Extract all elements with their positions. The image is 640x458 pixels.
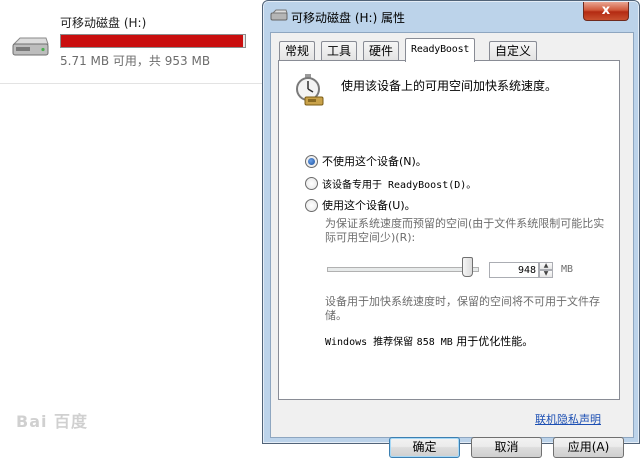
- tab-general[interactable]: 常规: [279, 41, 316, 61]
- option-label: 该设备专用于 ReadyBoost(D)。: [322, 179, 477, 191]
- properties-dialog: 可移动磁盘 (H:) 属性 x 常规 工具 硬件 ReadyBoost 自定义 …: [262, 0, 640, 458]
- close-button[interactable]: x: [583, 2, 629, 21]
- tab-tools[interactable]: 工具: [321, 41, 358, 61]
- explorer-divider: [0, 83, 262, 84]
- spin-down-button[interactable]: ▼: [539, 270, 553, 278]
- recommendation-text: Windows 推荐保留 858 MB 用于优化性能。: [325, 333, 533, 349]
- dialog-client: 常规 工具 硬件 ReadyBoost 自定义 使用该设备上的可用空间加快系统速…: [270, 32, 634, 458]
- drive-space-text: 5.71 MB 可用，共 953 MB: [60, 54, 211, 68]
- privacy-statement-link[interactable]: 联机隐私声明: [535, 411, 601, 427]
- radio-button[interactable]: [305, 198, 318, 212]
- ok-button[interactable]: 确定: [389, 437, 460, 458]
- reserve-note: 设备用于加快系统速度时，保留的空间将不可用于文件存储。: [325, 295, 600, 322]
- readyboost-stopwatch-icon: [296, 74, 324, 106]
- reserve-unit: MB: [561, 264, 574, 275]
- option-dedicate[interactable]: 该设备专用于 ReadyBoost(D)。: [305, 175, 476, 191]
- dialog-title: 可移动磁盘 (H:) 属性: [291, 11, 406, 25]
- watermark: Bai 百度: [16, 412, 89, 431]
- option-do-not-use[interactable]: 不使用这个设备(N)。: [305, 153, 427, 169]
- option-label: 使用这个设备(U)。: [322, 199, 416, 212]
- radio-button[interactable]: [305, 154, 318, 168]
- drive-icon: [270, 9, 288, 21]
- reserve-slider-thumb[interactable]: [461, 257, 473, 277]
- recommend-suffix: 用于优化性能。: [456, 335, 534, 348]
- reserve-slider-track[interactable]: [327, 267, 479, 272]
- title-bar[interactable]: 可移动磁盘 (H:) 属性 x: [263, 1, 639, 31]
- option-label: 不使用这个设备(N)。: [322, 155, 427, 168]
- tab-hardware[interactable]: 硬件: [363, 41, 400, 61]
- drive-usage-bar: [60, 34, 246, 48]
- reserve-space-label: 为保证系统速度而预留的空间(由于文件系统限制可能比实际可用空间少)(R):: [325, 217, 605, 244]
- apply-button[interactable]: 应用(A): [553, 437, 624, 458]
- cancel-button[interactable]: 取消: [471, 437, 542, 458]
- readyboost-panel: 使用该设备上的可用空间加快系统速度。 不使用这个设备(N)。 该设备专用于 Re…: [278, 60, 620, 400]
- recommend-prefix: Windows 推荐保留: [325, 337, 414, 348]
- tab-customize[interactable]: 自定义: [489, 41, 538, 61]
- option-use-device[interactable]: 使用这个设备(U)。: [305, 197, 416, 213]
- recommend-value: 858 MB: [416, 337, 453, 348]
- explorer-drive-item[interactable]: 可移动磁盘 (H:) 5.71 MB 可用，共 953 MB: [0, 0, 262, 85]
- readyboost-description: 使用该设备上的可用空间加快系统速度。: [341, 79, 558, 93]
- drive-name: 可移动磁盘 (H:): [60, 16, 147, 30]
- reserve-size-input[interactable]: 948: [489, 262, 539, 278]
- removable-drive-icon: [12, 37, 49, 56]
- radio-button[interactable]: [305, 176, 318, 190]
- tab-readyboost[interactable]: ReadyBoost: [405, 38, 476, 62]
- spin-up-button[interactable]: ▲: [539, 262, 553, 270]
